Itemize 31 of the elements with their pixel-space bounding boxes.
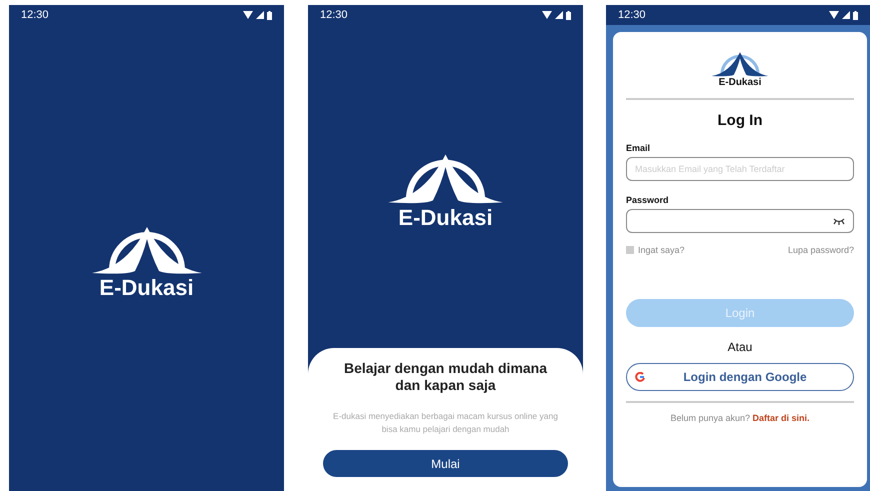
sheet-title: Belajar dengan mudah dimana dan kapan saja xyxy=(342,360,548,394)
logo-text: E-Dukasi xyxy=(99,275,194,301)
signup-link[interactable]: Daftar di sini. xyxy=(752,413,810,423)
eye-closed-icon[interactable] xyxy=(833,218,845,224)
google-icon xyxy=(635,372,645,382)
or-separator: Atau xyxy=(726,340,754,354)
remember-label: Ingat saya? xyxy=(638,245,685,255)
remember-checkbox[interactable] xyxy=(626,246,634,254)
battery-icon xyxy=(267,10,272,20)
status-time: 12:30 xyxy=(320,9,348,21)
login-title: Log In xyxy=(716,112,764,129)
battery-icon xyxy=(566,10,571,20)
wifi-icon xyxy=(243,11,253,19)
forgot-password-link[interactable]: Lupa password? xyxy=(788,245,854,255)
google-login-button[interactable]: Login dengan Google xyxy=(626,363,854,391)
password-field[interactable] xyxy=(626,209,854,233)
status-time: 12:30 xyxy=(21,9,49,21)
wifi-icon xyxy=(542,11,552,19)
signal-icon xyxy=(842,11,850,19)
wifi-icon xyxy=(829,11,839,19)
start-button[interactable]: Mulai xyxy=(323,450,568,477)
battery-icon xyxy=(853,10,858,20)
email-label: Email xyxy=(626,143,652,153)
signal-icon xyxy=(256,11,264,19)
logo-text: E-Dukasi xyxy=(718,77,762,88)
signal-icon xyxy=(555,11,563,19)
status-time: 12:30 xyxy=(618,9,646,21)
signup-prompt: Belum punya akun? Daftar di sini. xyxy=(669,413,811,423)
logo-text: E-Dukasi xyxy=(398,204,493,231)
password-label: Password xyxy=(626,195,670,205)
sheet-description: E-dukasi menyediakan berbagai macam kursus online yang bisa kamu pelajari dengan mudah xyxy=(332,410,559,436)
